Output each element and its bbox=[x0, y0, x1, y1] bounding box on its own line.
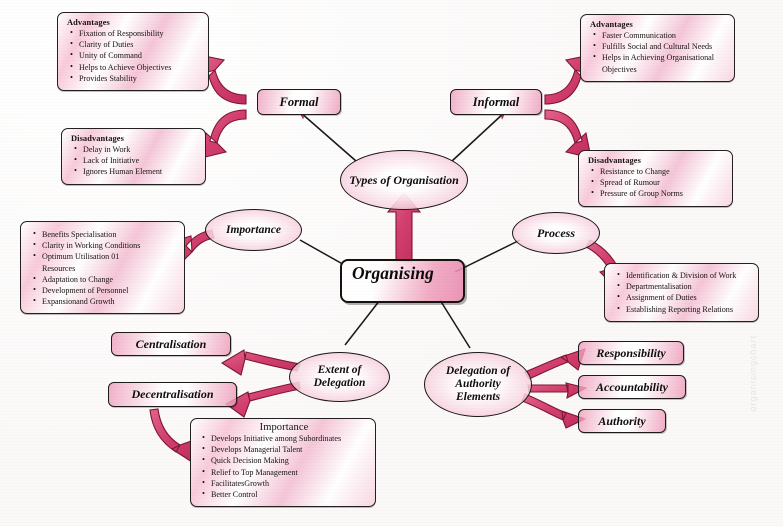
page-watermark: organisingchart bbox=[748, 335, 758, 412]
box-heading: Importance bbox=[259, 422, 309, 433]
list-item: Benefits Specialisation bbox=[33, 228, 177, 240]
list-item: Relief to Top Management bbox=[202, 466, 368, 478]
box-list: Develops Initiative among Subordinates D… bbox=[200, 432, 368, 500]
list-item: Development of Personnel bbox=[33, 284, 177, 296]
list-item: Helps to Achieve Objectives bbox=[70, 61, 201, 73]
node-extent-of-delegation[interactable]: Extent of Delegation bbox=[289, 352, 390, 402]
list-item: Expansionand Growth bbox=[33, 295, 177, 307]
list-item: Quick Decision Making bbox=[202, 454, 368, 466]
list-item: Ignores Human Element bbox=[74, 165, 198, 177]
list-item: FacilitatesGrowth bbox=[202, 477, 368, 489]
node-accountability[interactable]: Accountability bbox=[578, 375, 686, 399]
list-item: Identification & Division of Work bbox=[617, 269, 751, 281]
center-node-label: Organising bbox=[352, 263, 434, 283]
box-list: Identification & Division of Work Depart… bbox=[614, 269, 751, 315]
node-label: Centralisation bbox=[135, 336, 207, 351]
box-heading: Disadvantages bbox=[588, 156, 641, 165]
box-list: Fixation of Responsibility Clarity of Du… bbox=[67, 27, 201, 84]
list-item: Develops Managerial Talent bbox=[202, 443, 368, 455]
list-item: Clarity of Duties bbox=[70, 38, 201, 50]
node-decentralisation[interactable]: Decentralisation bbox=[108, 382, 237, 407]
list-item: Helps in Achieving Organisational Object… bbox=[593, 51, 727, 74]
box-heading: Advantages bbox=[590, 20, 633, 29]
box-list: Delay in Work Lack of Initiative Ignores… bbox=[71, 143, 198, 178]
node-informal[interactable]: Informal bbox=[450, 89, 542, 115]
box-heading: Advantages bbox=[67, 18, 110, 27]
list-item: Pressure of Group Norms bbox=[591, 187, 725, 199]
list-item: Unity of Command bbox=[70, 49, 201, 61]
node-label: Authority bbox=[598, 413, 646, 428]
node-label: Responsibility bbox=[596, 345, 666, 360]
list-item: Fixation of Responsibility bbox=[70, 27, 201, 39]
node-process[interactable]: Process bbox=[512, 212, 600, 254]
box-list: Resistance to Change Spread of Rumour Pr… bbox=[588, 165, 725, 200]
list-item: Develops Initiative among Subordinates bbox=[202, 432, 368, 444]
node-label: Informal bbox=[472, 94, 520, 109]
node-label: Types of Organisation bbox=[349, 172, 459, 187]
list-item: Assignment of Duties bbox=[617, 291, 751, 303]
node-label: Extent of Delegation bbox=[313, 364, 366, 389]
node-importance[interactable]: Importance bbox=[205, 209, 302, 251]
node-types-of-organisation[interactable]: Types of Organisation bbox=[340, 150, 468, 210]
informal-disadvantages-box: Disadvantages Resistance to Change Sprea… bbox=[578, 150, 733, 207]
node-label: Decentralisation bbox=[131, 387, 214, 401]
node-label: Importance bbox=[226, 223, 281, 236]
list-item: Fulfills Social and Cultural Needs bbox=[593, 40, 727, 52]
process-list-box: Identification & Division of Work Depart… bbox=[604, 263, 759, 322]
node-authority[interactable]: Authority bbox=[578, 409, 666, 433]
node-responsibility[interactable]: Responsibility bbox=[578, 341, 684, 365]
node-label: Delegation of Authority Elements bbox=[445, 365, 511, 403]
node-delegation-of-authority-elements[interactable]: Delegation of Authority Elements bbox=[424, 352, 532, 417]
list-item: Adaptation to Change bbox=[33, 273, 177, 285]
formal-advantages-box: Advantages Fixation of Responsibility Cl… bbox=[57, 12, 209, 92]
list-item: Delay in Work bbox=[74, 143, 198, 155]
node-formal[interactable]: Formal bbox=[257, 89, 341, 115]
importance-list-box: Benefits Specialisation Clarity in Worki… bbox=[20, 221, 185, 315]
formal-disadvantages-box: Disadvantages Delay in Work Lack of Init… bbox=[61, 128, 206, 185]
box-list: Faster Communication Fulfills Social and… bbox=[590, 29, 727, 75]
box-heading: Disadvantages bbox=[71, 134, 124, 143]
list-item: Clarity in Working Conditions bbox=[33, 239, 177, 251]
list-item: Provides Stability bbox=[70, 72, 201, 84]
list-item: Better Control bbox=[202, 488, 368, 500]
box-list: Benefits Specialisation Clarity in Worki… bbox=[30, 228, 177, 307]
node-label: Formal bbox=[279, 94, 319, 109]
list-item: Faster Communication bbox=[593, 29, 727, 41]
informal-advantages-box: Advantages Faster Communication Fulfills… bbox=[580, 14, 735, 82]
list-item: Optimum Utilisation 01 Resources bbox=[33, 250, 154, 273]
center-node-organising[interactable]: Organising bbox=[340, 259, 465, 303]
delegation-importance-box: Importance Develops Initiative among Sub… bbox=[190, 418, 376, 508]
node-label: Accountability bbox=[596, 379, 668, 394]
list-item: Lack of Initiative bbox=[74, 154, 198, 166]
node-centralisation[interactable]: Centralisation bbox=[111, 332, 231, 356]
diagram-canvas: Advantages Fixation of Responsibility Cl… bbox=[0, 0, 783, 526]
list-item: Spread of Rumour bbox=[591, 176, 725, 188]
list-item: Departmentalisation bbox=[617, 280, 751, 292]
node-label: Process bbox=[537, 225, 575, 240]
list-item: Establishing Reporting Relations bbox=[617, 303, 751, 315]
list-item: Resistance to Change bbox=[591, 165, 725, 177]
